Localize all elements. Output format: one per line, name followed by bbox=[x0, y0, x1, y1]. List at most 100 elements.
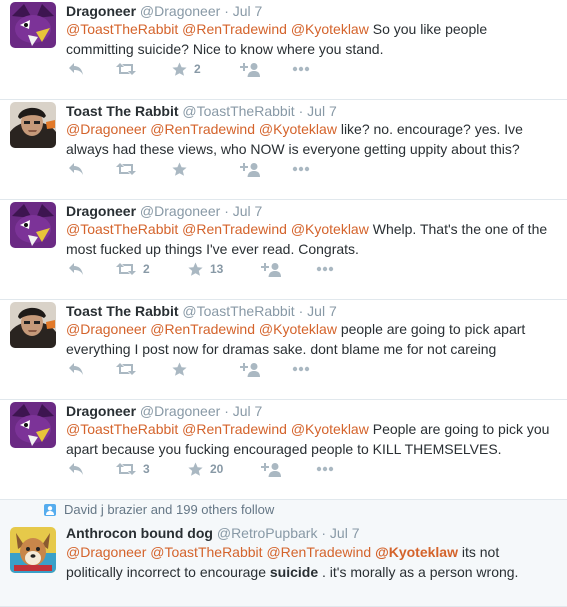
timestamp[interactable]: Jul 7 bbox=[307, 303, 337, 319]
follow-icon bbox=[240, 362, 260, 377]
favorite-count: 20 bbox=[210, 462, 224, 476]
favorite-button[interactable]: 2 bbox=[172, 59, 201, 79]
display-name[interactable]: Toast The Rabbit bbox=[66, 303, 179, 319]
timestamp[interactable]: Jul 7 bbox=[233, 3, 263, 19]
avatar-toast-the-rabbit[interactable] bbox=[10, 302, 56, 348]
more-icon bbox=[316, 266, 334, 272]
mention-link[interactable]: @ToastTheRabbit bbox=[150, 544, 262, 560]
follow-button[interactable] bbox=[240, 359, 260, 379]
handle[interactable]: @Dragoneer bbox=[140, 3, 220, 19]
separator-dot: · bbox=[224, 203, 229, 219]
display-name[interactable]: Anthrocon bound dog bbox=[66, 525, 213, 541]
reply-button[interactable] bbox=[68, 59, 84, 79]
tweet-header: Dragoneer @Dragoneer · Jul 7 bbox=[66, 402, 262, 420]
display-name[interactable]: Toast The Rabbit bbox=[66, 103, 179, 119]
mention-link[interactable]: @Dragoneer bbox=[66, 321, 146, 337]
separator-dot: · bbox=[224, 3, 229, 19]
tweet[interactable]: Toast The Rabbit @ToastTheRabbit · Jul 7… bbox=[0, 100, 567, 200]
reply-button[interactable] bbox=[68, 159, 84, 179]
mention-link[interactable]: @Kyoteklaw bbox=[259, 121, 337, 137]
favorite-button[interactable] bbox=[172, 359, 194, 379]
more-button[interactable] bbox=[316, 259, 334, 279]
reply-button[interactable] bbox=[68, 259, 84, 279]
mention-link[interactable]: @Dragoneer bbox=[66, 121, 146, 137]
more-button[interactable] bbox=[292, 359, 310, 379]
retweet-button[interactable] bbox=[116, 159, 143, 179]
follow-button[interactable] bbox=[240, 159, 260, 179]
display-name[interactable]: Dragoneer bbox=[66, 3, 136, 19]
more-button[interactable] bbox=[292, 59, 310, 79]
handle[interactable]: @RetroPupbark bbox=[217, 525, 318, 541]
separator-dot: · bbox=[298, 103, 304, 119]
favorite-count: 2 bbox=[194, 62, 201, 76]
tweet-header: Anthrocon bound dog @RetroPupbark · Jul … bbox=[66, 524, 359, 542]
more-button[interactable] bbox=[316, 459, 334, 479]
tweet[interactable]: David j brazier and 199 others follow An… bbox=[0, 500, 567, 607]
tweet-header: Dragoneer @Dragoneer · Jul 7 bbox=[66, 2, 262, 20]
handle[interactable]: @ToastTheRabbit bbox=[182, 103, 294, 119]
follow-icon bbox=[240, 62, 260, 77]
avatar-dragoneer[interactable] bbox=[10, 402, 56, 448]
follow-button[interactable] bbox=[240, 59, 260, 79]
follow-button[interactable] bbox=[261, 259, 281, 279]
avatar-toast-the-rabbit[interactable] bbox=[10, 102, 56, 148]
tweet[interactable]: Dragoneer @Dragoneer · Jul 7 @ToastTheRa… bbox=[0, 0, 567, 100]
retweet-button[interactable]: 3 bbox=[116, 459, 150, 479]
retweet-button[interactable] bbox=[116, 59, 143, 79]
retweet-button[interactable]: 2 bbox=[116, 259, 150, 279]
mention-link[interactable]: @RenTradewind bbox=[150, 321, 255, 337]
retweet-button[interactable] bbox=[116, 359, 143, 379]
mention-link[interactable]: @Kyoteklaw bbox=[291, 21, 369, 37]
tweet-body-end: . it's morally as a person wrong. bbox=[322, 564, 519, 580]
social-context-text[interactable]: David j brazier and 199 others follow bbox=[64, 502, 274, 517]
handle[interactable]: @ToastTheRabbit bbox=[182, 303, 294, 319]
favorite-button[interactable]: 13 bbox=[188, 259, 223, 279]
avatar-dragoneer[interactable] bbox=[10, 202, 56, 248]
mention-link[interactable]: @Kyoteklaw bbox=[291, 221, 369, 237]
handle[interactable]: @Dragoneer bbox=[140, 203, 220, 219]
timestamp[interactable]: Jul 7 bbox=[330, 525, 360, 541]
tweet[interactable]: Dragoneer @Dragoneer · Jul 7 @ToastTheRa… bbox=[0, 200, 567, 300]
mention-link[interactable]: @RenTradewind bbox=[266, 544, 371, 560]
more-icon bbox=[292, 66, 310, 72]
retweet-icon bbox=[116, 463, 136, 475]
separator-dot: · bbox=[321, 525, 327, 541]
mention-link[interactable]: @Dragoneer bbox=[66, 544, 146, 560]
mention-link[interactable]: @ToastTheRabbit bbox=[66, 221, 178, 237]
mention-link[interactable]: @Kyoteklaw bbox=[291, 421, 369, 437]
display-name[interactable]: Dragoneer bbox=[66, 403, 136, 419]
favorite-button[interactable] bbox=[172, 159, 194, 179]
tweet[interactable]: Dragoneer @Dragoneer · Jul 7 @ToastTheRa… bbox=[0, 400, 567, 500]
favorite-button[interactable]: 20 bbox=[188, 459, 223, 479]
mention-link[interactable]: @RenTradewind bbox=[182, 421, 287, 437]
avatar-anthrocon-bound-dog[interactable] bbox=[10, 527, 56, 573]
mention-link[interactable]: @ToastTheRabbit bbox=[66, 21, 178, 37]
handle[interactable]: @Dragoneer bbox=[140, 403, 220, 419]
timestamp[interactable]: Jul 7 bbox=[233, 203, 263, 219]
reply-button[interactable] bbox=[68, 459, 84, 479]
more-button[interactable] bbox=[292, 159, 310, 179]
timestamp[interactable]: Jul 7 bbox=[307, 103, 337, 119]
tweet-actions bbox=[66, 359, 366, 379]
mention-link[interactable]: @RenTradewind bbox=[182, 221, 287, 237]
retweet-icon bbox=[116, 263, 136, 275]
follow-button[interactable] bbox=[261, 459, 281, 479]
tweet-actions: 2 bbox=[66, 59, 366, 79]
tweet-text: @ToastTheRabbit @RenTradewind @Kyoteklaw… bbox=[66, 19, 556, 59]
tweet-header: Dragoneer @Dragoneer · Jul 7 bbox=[66, 202, 262, 220]
mention-link[interactable]: @RenTradewind bbox=[182, 21, 287, 37]
mention-link[interactable]: @RenTradewind bbox=[150, 121, 255, 137]
reply-button[interactable] bbox=[68, 359, 84, 379]
mention-link[interactable]: @Kyoteklaw bbox=[259, 321, 337, 337]
tweet[interactable]: Toast The Rabbit @ToastTheRabbit · Jul 7… bbox=[0, 300, 567, 400]
more-icon bbox=[292, 366, 310, 372]
avatar-dragoneer[interactable] bbox=[10, 2, 56, 48]
mention-link[interactable]: @ToastTheRabbit bbox=[66, 421, 178, 437]
display-name[interactable]: Dragoneer bbox=[66, 203, 136, 219]
timestamp[interactable]: Jul 7 bbox=[233, 403, 263, 419]
tweet-text: @ToastTheRabbit @RenTradewind @Kyoteklaw… bbox=[66, 419, 556, 459]
retweet-count: 3 bbox=[143, 462, 150, 476]
mention-link[interactable]: @Kyoteklaw bbox=[375, 544, 458, 560]
follow-icon bbox=[240, 162, 260, 177]
separator-dot: · bbox=[224, 403, 229, 419]
